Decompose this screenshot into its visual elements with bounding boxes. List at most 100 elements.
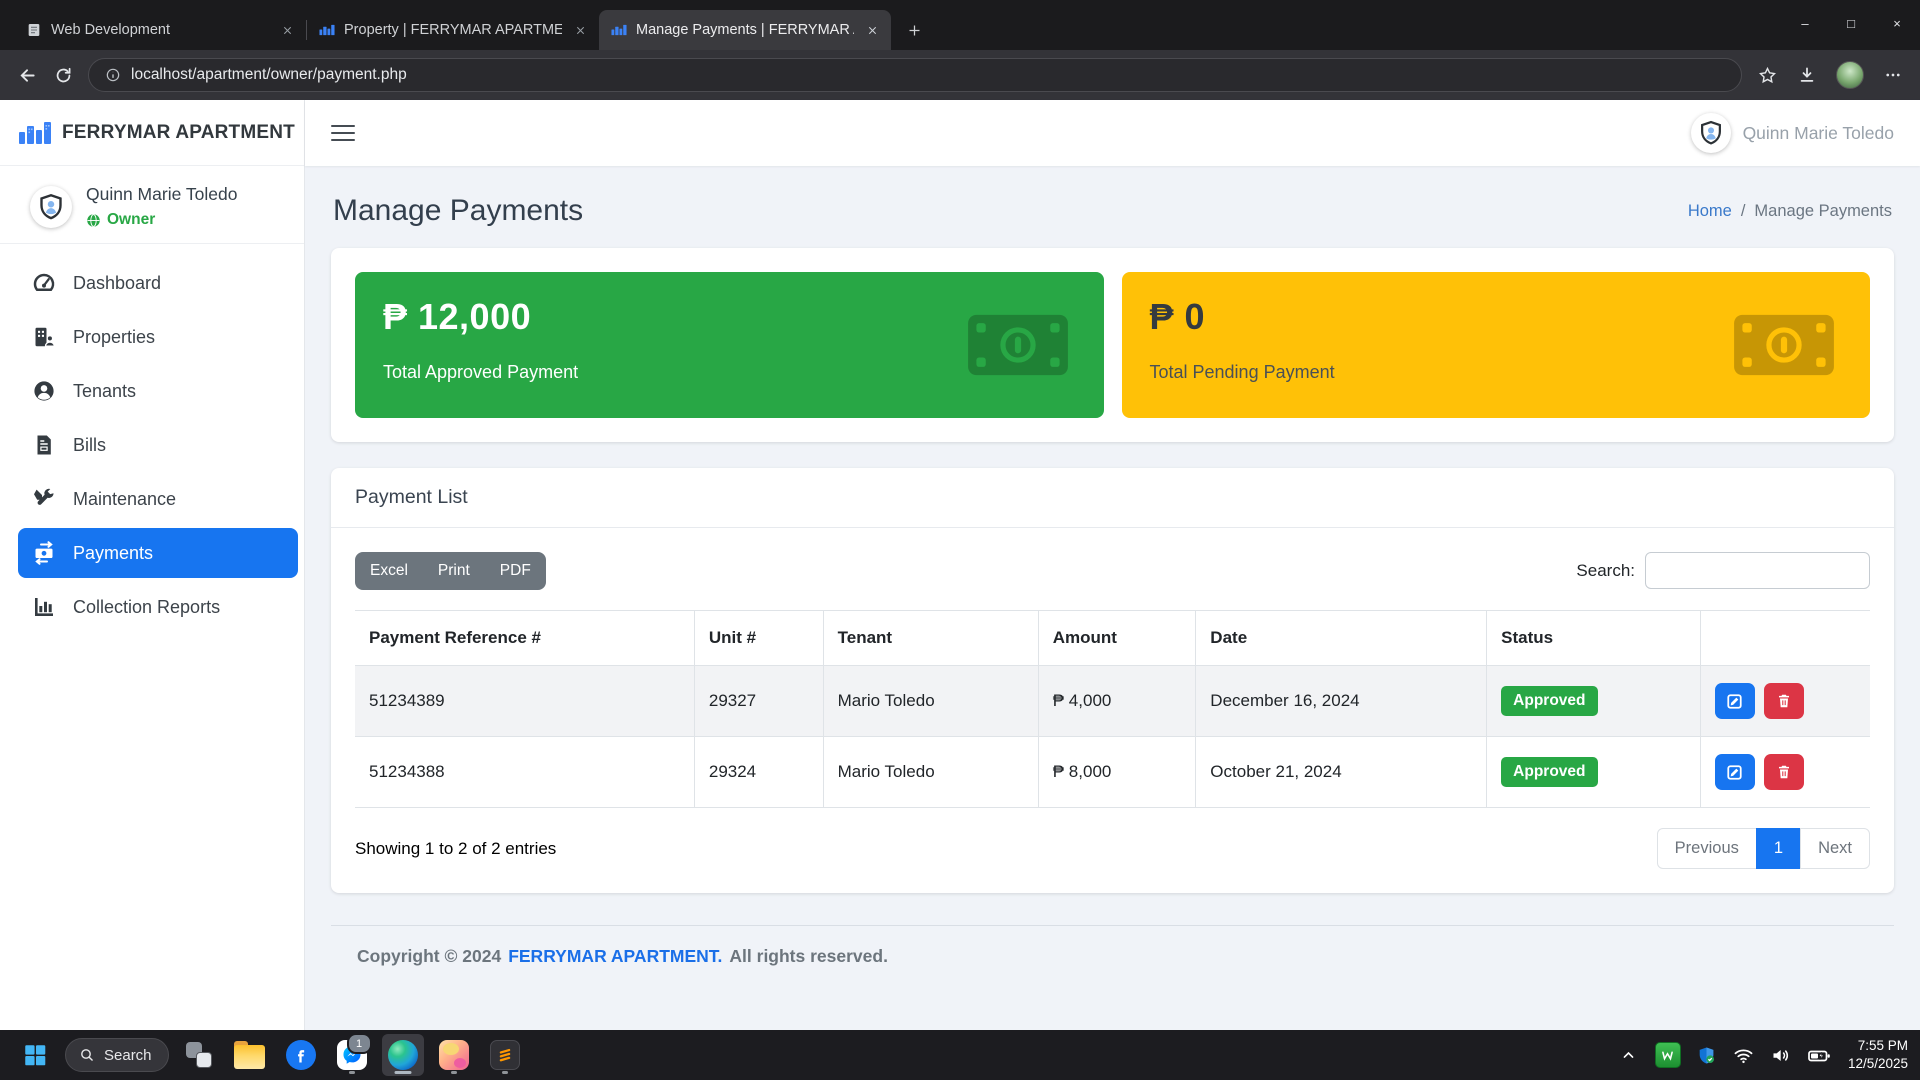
task-view-button[interactable] — [178, 1034, 220, 1076]
pagination-next[interactable]: Next — [1800, 828, 1870, 869]
wampserver-tray-icon[interactable] — [1655, 1042, 1681, 1068]
column-header-reference[interactable]: Payment Reference # — [355, 611, 694, 666]
messenger-button[interactable]: 1 — [331, 1034, 373, 1076]
footer-brand-link[interactable]: FERRYMAR APARTMENT. — [508, 946, 722, 967]
downloads-icon[interactable] — [1796, 64, 1818, 86]
brand-logo[interactable]: FERRYMAR APARTMENT — [0, 100, 304, 166]
tools-icon — [32, 487, 56, 511]
sidebar-item-payments[interactable]: Payments — [18, 528, 298, 578]
taskbar-clock[interactable]: 7:55 PM 12/5/2025 — [1844, 1037, 1908, 1073]
sublime-text-button[interactable] — [484, 1034, 526, 1076]
money-bill-icon — [966, 310, 1070, 380]
search-label: Search — [104, 1047, 152, 1064]
delete-button[interactable] — [1764, 754, 1804, 790]
browser-tab-property[interactable]: Property | FERRYMAR APARTMENT — [307, 10, 599, 50]
browser-profile-avatar[interactable] — [1836, 61, 1864, 89]
sidebar-item-bills[interactable]: Bills — [0, 420, 298, 470]
browser-tab-manage-payments-active[interactable]: Manage Payments | FERRYMAR APARTMENT — [599, 10, 891, 50]
column-header-status[interactable]: Status — [1487, 611, 1701, 666]
back-icon[interactable] — [16, 64, 38, 86]
print-export-button[interactable]: Print — [423, 552, 485, 590]
close-icon[interactable] — [278, 21, 296, 39]
pdf-export-button[interactable]: PDF — [485, 552, 546, 590]
edit-button[interactable] — [1715, 754, 1755, 790]
breadcrumb-separator: / — [1741, 202, 1746, 221]
tab-title: Manage Payments | FERRYMAR APARTMENT — [636, 22, 854, 38]
pagination-previous[interactable]: Previous — [1657, 828, 1757, 869]
column-header-tenant[interactable]: Tenant — [823, 611, 1038, 666]
url-text: localhost/apartment/owner/payment.php — [131, 66, 407, 84]
browser-tab-web-development[interactable]: Web Development — [14, 10, 306, 50]
maximize-button[interactable]: □ — [1828, 0, 1874, 46]
close-icon[interactable] — [571, 21, 589, 39]
edit-button[interactable] — [1715, 683, 1755, 719]
page-title: Manage Payments — [333, 194, 583, 228]
close-icon[interactable] — [863, 21, 881, 39]
money-transfer-icon — [32, 541, 56, 565]
windows-security-icon[interactable] — [1696, 1044, 1718, 1066]
menu-toggle-icon[interactable] — [331, 125, 355, 142]
volume-icon[interactable] — [1770, 1044, 1792, 1066]
wifi-icon[interactable] — [1733, 1044, 1755, 1066]
copyright-prefix: Copyright © 2024 — [357, 946, 501, 967]
new-tab-button[interactable] — [899, 15, 929, 45]
row-actions — [1715, 683, 1856, 719]
edge-icon — [388, 1040, 418, 1070]
taskbar: Search 1 — [0, 1030, 1920, 1080]
start-button[interactable] — [14, 1034, 56, 1076]
sidebar-item-collection-reports[interactable]: Collection Reports — [0, 582, 298, 632]
gallery-app-button[interactable] — [433, 1034, 475, 1076]
menu-label: Tenants — [73, 381, 136, 402]
cell-date: December 16, 2024 — [1196, 666, 1487, 737]
menu-label: Properties — [73, 327, 155, 348]
sidebar-item-maintenance[interactable]: Maintenance — [0, 474, 298, 524]
column-header-unit[interactable]: Unit # — [694, 611, 823, 666]
topbar: Quinn Marie Toledo — [305, 100, 1920, 166]
table-row: 51234388 29324 Mario Toledo ₱ 8,000 Octo… — [355, 737, 1870, 808]
building-bars-logo-icon — [18, 119, 52, 147]
sidebar-item-properties[interactable]: Properties — [0, 312, 298, 362]
edge-button[interactable] — [382, 1034, 424, 1076]
topbar-user[interactable]: Quinn Marie Toledo — [1691, 113, 1894, 153]
browser-menu-icon[interactable] — [1882, 64, 1904, 86]
tray-chevron-up-icon[interactable] — [1618, 1044, 1640, 1066]
stats-card: ₱ 12,000 Total Approved Payment ₱ 0 Tota… — [331, 248, 1894, 442]
clock-time: 7:55 PM — [1848, 1037, 1908, 1055]
address-bar[interactable]: localhost/apartment/owner/payment.php — [88, 58, 1742, 92]
search-input[interactable] — [1645, 552, 1870, 589]
column-header-date[interactable]: Date — [1196, 611, 1487, 666]
sidebar-item-dashboard[interactable]: Dashboard — [0, 258, 298, 308]
main-area: Quinn Marie Toledo Manage Payments Home … — [305, 100, 1920, 1030]
delete-button[interactable] — [1764, 683, 1804, 719]
tab-title: Property | FERRYMAR APARTMENT — [344, 22, 562, 38]
facebook-button[interactable] — [280, 1034, 322, 1076]
cell-unit: 29327 — [694, 666, 823, 737]
browser-toolbar: localhost/apartment/owner/payment.php — [0, 50, 1920, 100]
bookmark-star-icon[interactable] — [1756, 64, 1778, 86]
file-explorer-button[interactable] — [229, 1034, 271, 1076]
sidebar-item-tenants[interactable]: Tenants — [0, 366, 298, 416]
shield-user-avatar-icon — [30, 186, 72, 228]
site-info-icon[interactable] — [105, 67, 121, 83]
cell-reference: 51234388 — [355, 737, 694, 808]
taskbar-search[interactable]: Search — [65, 1038, 169, 1072]
close-window-button[interactable]: × — [1874, 0, 1920, 46]
role-label: Owner — [107, 211, 155, 229]
notification-badge: 1 — [347, 1033, 372, 1054]
excel-export-button[interactable]: Excel — [355, 552, 423, 590]
column-header-amount[interactable]: Amount — [1038, 611, 1196, 666]
menu-label: Maintenance — [73, 489, 176, 510]
minimize-button[interactable]: – — [1782, 0, 1828, 46]
table-search: Search: — [1576, 552, 1870, 589]
status-badge: Approved — [1501, 686, 1597, 716]
panel-body: Excel Print PDF Search: — [331, 528, 1894, 893]
reload-icon[interactable] — [52, 64, 74, 86]
sidebar: FERRYMAR APARTMENT Quinn Marie Toledo Ow… — [0, 100, 305, 1030]
building-user-icon — [32, 325, 56, 349]
battery-icon[interactable] — [1807, 1044, 1829, 1066]
gallery-app-icon — [439, 1040, 469, 1070]
brand-name: FERRYMAR APARTMENT — [62, 122, 295, 144]
pagination-page-1[interactable]: 1 — [1756, 828, 1801, 869]
payment-list-panel: Payment List Excel Print PDF Search: — [331, 468, 1894, 893]
breadcrumb-home-link[interactable]: Home — [1688, 202, 1732, 221]
